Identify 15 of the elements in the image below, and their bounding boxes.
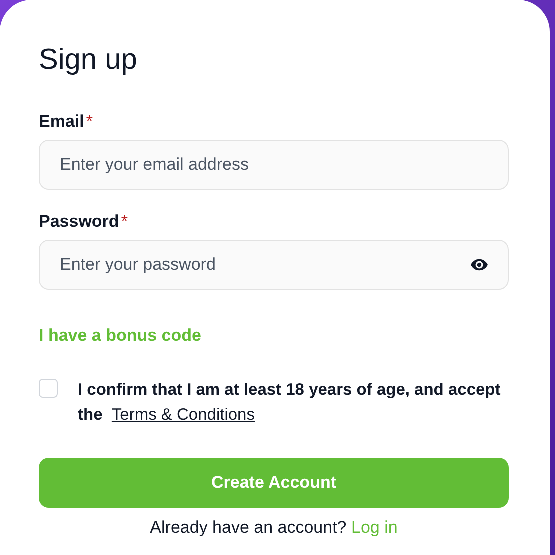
create-account-button[interactable]: Create Account [39,458,509,508]
bonus-code-link[interactable]: I have a bonus code [39,326,202,346]
consent-checkbox[interactable] [39,379,58,398]
field-label: Email [39,112,84,132]
input-field[interactable]: Enter your password [39,240,509,290]
required-mark: * [86,112,93,132]
required-mark: * [121,212,128,232]
page-title: Sign up [39,43,138,78]
eye-icon[interactable] [471,259,488,271]
input-field[interactable]: Enter your email address [39,140,509,190]
consent-text: I confirm that I am at least 18 years of age, and accept the Terms & Conditions [78,380,502,426]
login-link[interactable]: Log in [351,518,398,537]
terms-link[interactable]: Terms & Conditions [112,406,255,424]
login-prompt: Already have an account? Log in [149,518,399,538]
field-label: Password [39,212,120,232]
